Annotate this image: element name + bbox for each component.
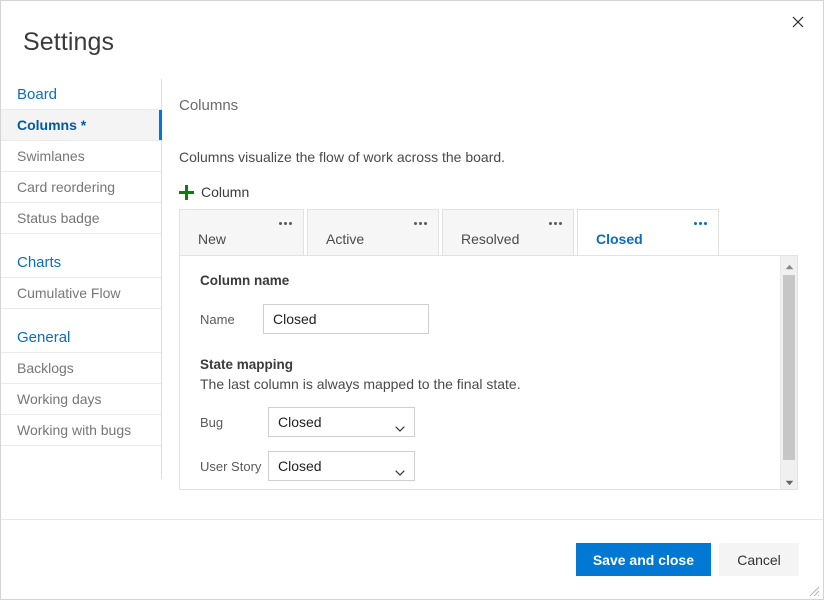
sidebar-item-working-days[interactable]: Working days	[1, 384, 161, 415]
add-column-button[interactable]: Column	[179, 184, 249, 200]
state-mapping-subtitle: The last column is always mapped to the …	[200, 376, 521, 392]
settings-sidebar: Board Columns * Swimlanes Card reorderin…	[1, 79, 162, 479]
scroll-up-arrow-icon	[785, 257, 794, 273]
panel-scrollbar[interactable]	[780, 256, 797, 489]
sidebar-item-label: Card reordering	[17, 179, 116, 195]
tab-active[interactable]: Active	[307, 209, 439, 257]
user-story-state-select[interactable]: Closed	[268, 451, 415, 481]
tab-closed[interactable]: Closed	[577, 209, 719, 257]
nav-group-charts: Charts	[1, 247, 161, 278]
column-name-input[interactable]	[263, 304, 429, 334]
sidebar-item-card-reordering[interactable]: Card reordering	[1, 172, 161, 203]
sidebar-item-working-with-bugs[interactable]: Working with bugs	[1, 415, 161, 446]
content-heading: Columns	[179, 97, 239, 114]
close-icon	[792, 16, 804, 28]
sidebar-item-label: Status badge	[17, 210, 100, 226]
dialog-footer: Save and close Cancel	[575, 543, 799, 576]
plus-icon	[179, 184, 194, 200]
bug-state-select[interactable]: Closed	[268, 407, 415, 437]
tab-resolved[interactable]: Resolved	[442, 209, 574, 257]
sidebar-item-cumulative-flow[interactable]: Cumulative Flow	[1, 278, 161, 309]
sidebar-item-label: Working days	[17, 391, 102, 407]
tab-overflow-menu-icon[interactable]	[275, 216, 295, 230]
scroll-down-button[interactable]	[781, 472, 797, 489]
page-title: Settings	[23, 28, 115, 56]
tab-label: Closed	[596, 231, 643, 247]
user-story-state-value: Closed	[278, 458, 322, 474]
tab-label: Resolved	[461, 231, 520, 247]
sidebar-item-backlogs[interactable]: Backlogs	[1, 353, 161, 384]
sidebar-item-label: Columns *	[17, 117, 87, 133]
tab-label: Active	[326, 231, 365, 247]
state-mapping-row-bug: Bug Closed	[200, 407, 771, 437]
resize-grip-icon[interactable]	[808, 584, 820, 597]
sidebar-item-swimlanes[interactable]: Swimlanes	[1, 141, 161, 172]
footer-separator	[1, 519, 823, 520]
close-button[interactable]	[775, 3, 821, 41]
sidebar-item-label: Working with bugs	[17, 422, 132, 438]
main-content-header: Columns Columns visualize the flow of wo…	[179, 96, 799, 203]
settings-dialog: Settings Board Columns * Swimlanes Card …	[0, 0, 824, 600]
save-and-close-button[interactable]: Save and close	[575, 543, 711, 576]
sidebar-item-label: Cumulative Flow	[17, 285, 121, 301]
tab-overflow-menu-icon[interactable]	[410, 216, 430, 230]
add-column-label: Column	[201, 184, 250, 200]
column-tabstrip: New Active Resolved Closed	[179, 209, 798, 257]
scroll-up-button[interactable]	[781, 256, 797, 273]
state-mapping-section-title: State mapping	[200, 357, 294, 372]
column-settings-panel: Column name Name State mapping The last …	[179, 255, 798, 490]
panel-body: Column name Name State mapping The last …	[200, 272, 771, 481]
tab-label: New	[198, 231, 227, 247]
state-mapping-row-user-story: User Story Closed	[200, 451, 771, 481]
dialog-titlebar: Settings	[1, 1, 823, 73]
sidebar-item-label: Swimlanes	[17, 148, 85, 164]
nav-group-general: General	[1, 322, 161, 353]
bug-state-value: Closed	[278, 414, 322, 430]
sidebar-item-label: Backlogs	[17, 360, 74, 376]
column-name-field-row: Name	[200, 304, 771, 334]
state-mapping-section: State mapping The last column is always …	[200, 356, 771, 481]
column-name-section-title: Column name	[200, 273, 290, 288]
tab-overflow-menu-icon[interactable]	[545, 216, 565, 230]
nav-group-board: Board	[1, 79, 161, 110]
sidebar-item-status-badge[interactable]: Status badge	[1, 203, 161, 234]
chevron-down-icon	[395, 419, 405, 432]
content-description: Columns visualize the flow of work acros…	[179, 149, 506, 165]
work-item-type-label: Bug	[200, 414, 224, 430]
tab-new[interactable]: New	[179, 209, 304, 257]
scrollbar-thumb[interactable]	[783, 275, 795, 460]
tab-overflow-menu-icon[interactable]	[690, 216, 710, 230]
name-label: Name	[200, 311, 235, 327]
scroll-down-arrow-icon	[785, 473, 794, 489]
chevron-down-icon	[395, 463, 405, 476]
cancel-button[interactable]: Cancel	[719, 543, 799, 576]
sidebar-item-columns[interactable]: Columns *	[1, 110, 162, 141]
work-item-type-label: User Story	[200, 458, 262, 474]
